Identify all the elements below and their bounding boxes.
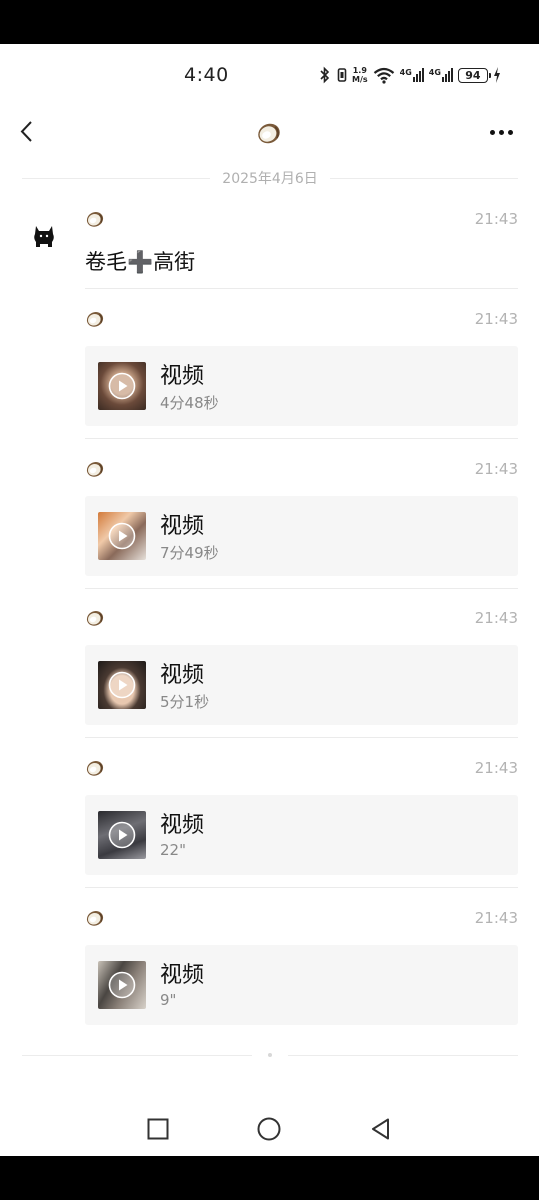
status-bar: 4:40 1.9 M/s 4G 4G 94 bbox=[0, 44, 539, 106]
coconut-icon bbox=[85, 759, 105, 777]
video-thumbnail bbox=[98, 661, 146, 709]
more-dots-icon bbox=[489, 129, 495, 135]
avatar[interactable] bbox=[30, 220, 58, 250]
coconut-icon bbox=[85, 909, 105, 927]
net-speed: 1.9 M/s bbox=[352, 66, 368, 84]
message-video: 21:43 视频 9" bbox=[85, 909, 518, 1025]
bluetooth-icon bbox=[318, 66, 332, 84]
video-card[interactable]: 视频 9" bbox=[85, 945, 518, 1025]
video-thumbnail bbox=[98, 362, 146, 410]
coconut-icon bbox=[85, 210, 105, 228]
battery-indicator: 94 bbox=[457, 67, 491, 83]
more-button[interactable] bbox=[484, 120, 518, 144]
video-title: 视频 bbox=[160, 813, 205, 838]
status-icons: 1.9 M/s 4G 4G 94 bbox=[318, 62, 501, 88]
bottom-black-bar bbox=[0, 1156, 539, 1200]
signal-4g-2: 4G bbox=[429, 68, 453, 82]
video-card[interactable]: 视频 22" bbox=[85, 795, 518, 875]
video-title: 视频 bbox=[160, 963, 205, 988]
black-cat-icon bbox=[34, 226, 54, 247]
message-time: 21:43 bbox=[474, 460, 518, 478]
recents-button[interactable] bbox=[145, 1116, 171, 1142]
coconut-icon bbox=[85, 310, 105, 328]
recents-square-icon bbox=[147, 1118, 169, 1140]
video-card[interactable]: 视频 5分1秒 bbox=[85, 645, 518, 725]
wifi-icon bbox=[373, 67, 395, 84]
system-nav-bar bbox=[0, 1104, 539, 1156]
message-time: 21:43 bbox=[474, 909, 518, 927]
message-video: 21:43 视频 5分1秒 bbox=[85, 609, 518, 739]
divider bbox=[85, 588, 518, 589]
video-title: 视频 bbox=[160, 514, 205, 539]
net-speed-unit: M/s bbox=[352, 75, 368, 84]
end-separator bbox=[22, 1048, 518, 1062]
message-time: 21:43 bbox=[474, 759, 518, 777]
video-duration: 7分49秒 bbox=[160, 544, 219, 562]
play-icon bbox=[108, 671, 136, 699]
message-text-content: 卷毛➕高街 bbox=[85, 250, 196, 274]
back-triangle-icon bbox=[372, 1118, 389, 1140]
video-duration: 4分48秒 bbox=[160, 394, 219, 412]
message-time: 21:43 bbox=[474, 310, 518, 328]
divider bbox=[85, 887, 518, 888]
video-thumbnail bbox=[98, 811, 146, 859]
video-title: 视频 bbox=[160, 364, 205, 389]
message-video: 21:43 视频 22" bbox=[85, 759, 518, 889]
date-separator: 2025年4月6日 bbox=[22, 168, 519, 188]
coconut-icon bbox=[85, 609, 105, 627]
message-video: 21:43 视频 7分49秒 bbox=[85, 460, 518, 590]
play-icon bbox=[108, 971, 136, 999]
divider bbox=[85, 288, 518, 289]
message-video: 21:43 视频 4分48秒 bbox=[85, 310, 518, 440]
play-icon bbox=[108, 821, 136, 849]
video-card[interactable]: 视频 7分49秒 bbox=[85, 496, 518, 576]
coconut-icon bbox=[85, 460, 105, 478]
network-type-2: 4G bbox=[428, 68, 441, 77]
status-time: 4:40 bbox=[184, 64, 229, 86]
vibrate-icon bbox=[337, 67, 347, 83]
date-label: 2025年4月6日 bbox=[222, 171, 318, 187]
video-duration: 9" bbox=[160, 991, 177, 1009]
signal-4g-1: 4G bbox=[400, 68, 424, 82]
net-speed-value: 1.9 bbox=[352, 66, 367, 75]
chevron-left-icon bbox=[20, 121, 32, 142]
message-time: 21:43 bbox=[474, 210, 518, 228]
back-button[interactable] bbox=[14, 118, 42, 146]
divider bbox=[85, 438, 518, 439]
home-button[interactable] bbox=[256, 1116, 282, 1142]
battery-level: 94 bbox=[465, 68, 481, 82]
video-duration: 5分1秒 bbox=[160, 693, 210, 711]
top-black-bar bbox=[0, 0, 539, 44]
video-duration: 22" bbox=[160, 841, 186, 859]
play-icon bbox=[108, 372, 136, 400]
signal-bars-icon bbox=[412, 68, 424, 82]
video-thumbnail bbox=[98, 961, 146, 1009]
message-time: 21:43 bbox=[474, 609, 518, 627]
video-thumbnail bbox=[98, 512, 146, 560]
video-card[interactable]: 视频 4分48秒 bbox=[85, 346, 518, 426]
network-type-1: 4G bbox=[399, 68, 412, 77]
charging-icon bbox=[493, 67, 501, 83]
signal-bars-icon bbox=[441, 68, 453, 82]
video-title: 视频 bbox=[160, 663, 205, 688]
message-text[interactable]: 21:43 卷毛➕高街 bbox=[85, 210, 518, 290]
nav-bar bbox=[0, 106, 539, 160]
home-circle-icon bbox=[257, 1117, 281, 1141]
system-back-button[interactable] bbox=[368, 1116, 394, 1142]
play-icon bbox=[108, 522, 136, 550]
coconut-icon bbox=[256, 121, 282, 145]
divider bbox=[85, 737, 518, 738]
